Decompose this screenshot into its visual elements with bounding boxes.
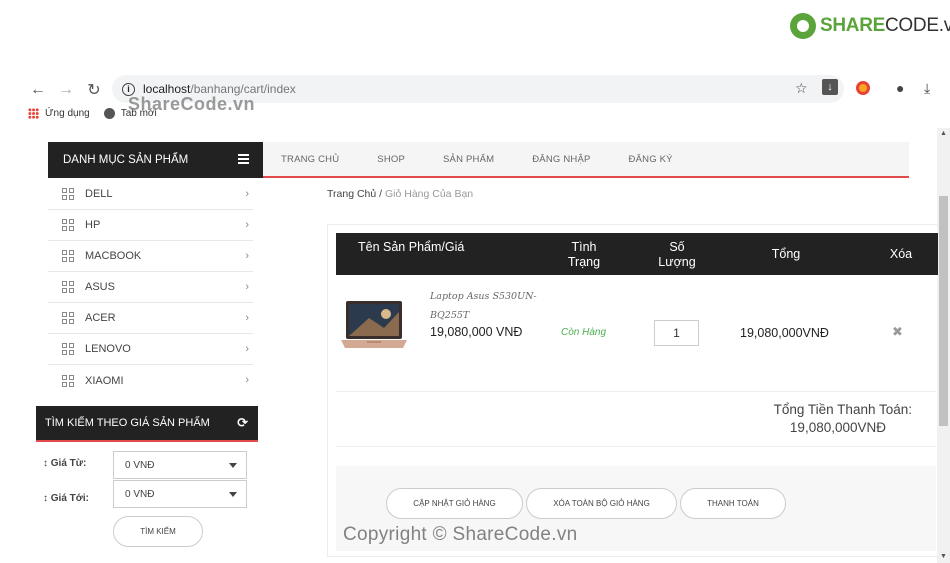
chevron-right-icon: › [245,250,249,262]
logo-text-part1: SHARE [820,15,886,36]
logo-text-part2: CODE.vn [885,15,950,36]
laptop-product-image[interactable] [339,298,409,360]
menu-item-register[interactable]: ĐĂNG KÝ [629,154,673,165]
refresh-icon[interactable]: ⟳ [237,415,248,431]
download-extension-icon[interactable]: ↓ [822,79,838,95]
quantity-input[interactable]: 1 [654,320,699,346]
grid-icon [62,188,74,200]
menu-item-home[interactable]: TRANG CHỦ [281,154,339,165]
category-item-dell[interactable]: DELL › [48,179,253,210]
forward-arrow-icon[interactable]: → [56,80,76,100]
price-search-button[interactable]: TÌM KIẾM [113,516,203,547]
scroll-down-icon[interactable]: ▼ [940,553,947,560]
apps-grid-icon[interactable] [28,108,39,119]
col-qty-line2: Lượng [658,255,696,269]
col-status-line2: Trạng [567,255,601,269]
clear-cart-button[interactable]: XÓA TOÀN BỘ GIỎ HÀNG [526,488,677,519]
cart-table-header: Tên Sản Phẩm/Giá Tình Trạng Số Lượng Tổn… [336,233,938,275]
watermark-bottom: Copyright © ShareCode.vn [343,524,578,545]
product-name[interactable]: Laptop Asus S530UN-BQ255T [430,287,545,325]
globe-icon[interactable] [103,108,115,119]
category-label: XIAOMI [85,374,124,387]
price-to-select[interactable]: 0 VNĐ [113,480,247,508]
update-cart-button[interactable]: CẬP NHẬT GIỎ HÀNG [386,488,523,519]
breadcrumb: Trang Chủ / Giỏ Hàng Của Bạn [327,188,473,200]
grid-icon [62,219,74,231]
category-label: LENOVO [85,343,131,355]
price-from-select[interactable]: 0 VNĐ [113,451,247,479]
divider [336,446,936,447]
scroll-up-icon[interactable]: ▲ [940,130,947,137]
reload-icon[interactable]: ↻ [84,80,104,100]
category-item-asus[interactable]: ASUS › [48,272,253,303]
category-header-label: DANH MỤC SẢN PHẨM [63,154,189,166]
col-status-line1: Tình [571,240,597,254]
remove-item-icon[interactable]: ✖ [892,324,903,340]
checkout-button[interactable]: THANH TOÁN [680,488,786,519]
price-to-label: ↕ Giá Tới: [43,493,90,504]
menu-item-login[interactable]: ĐĂNG NHẬP [532,154,590,165]
price-search-header: TÌM KIẾM THEO GIÁ SẢN PHẨM ⟳ [36,406,258,442]
sharecode-logo: SHARECODE.vn [790,10,950,42]
price-search-title: TÌM KIẾM THEO GIÁ SẢN PHẨM [45,417,210,429]
profile-icon[interactable]: ● [896,80,904,96]
col-delete: Xóa [889,247,913,261]
price-to-value: 0 VNĐ [125,488,155,500]
watermark-top: ShareCode.vn [128,94,256,114]
category-label: HP [85,219,101,231]
category-label: MACBOOK [85,250,142,262]
chevron-right-icon: › [245,312,249,324]
price-from-label: ↕ Giá Từ: [43,458,87,469]
grid-icon [62,250,74,262]
breadcrumb-home[interactable]: Trang Chủ [327,188,376,200]
chevron-right-icon: › [245,219,249,231]
menu-toggle-icon[interactable] [238,154,249,164]
extension-icon[interactable] [856,81,870,95]
col-product: Tên Sản Phẩm/Giá [358,240,465,254]
category-label: ACER [85,312,116,324]
scrollbar-thumb[interactable] [939,196,948,426]
category-item-acer[interactable]: ACER › [48,303,253,334]
sort-arrows-icon: ↕ [43,458,48,469]
grid-icon [62,281,74,293]
price-from-value: 0 VNĐ [125,459,155,471]
grand-total-value: 19,080,000VNĐ [789,420,886,435]
breadcrumb-separator: / [379,188,383,200]
category-item-macbook[interactable]: MACBOOK › [48,241,253,272]
category-item-lenovo[interactable]: LENOVO › [48,334,253,365]
download-icon[interactable]: ⤓ [924,80,930,97]
menu-item-shop[interactable]: SHOP [377,154,405,165]
sort-arrows-icon: ↕ [43,493,48,504]
bookmark-apps[interactable]: Ứng dụng [45,108,90,119]
stock-status: Còn Hàng [561,327,607,338]
caret-down-icon [229,463,237,468]
category-item-xiaomi[interactable]: XIAOMI › [48,365,253,396]
menu-item-products[interactable]: SẢN PHẨM [443,154,494,165]
divider [336,391,936,392]
top-navigation: DANH MỤC SẢN PHẨM TRANG CHỦ SHOP SẢN PHẨ… [48,142,909,178]
category-label: DELL [85,188,113,200]
category-item-hp[interactable]: HP › [48,210,253,241]
chevron-right-icon: › [245,188,249,200]
category-label: ASUS [85,281,115,293]
category-list: DELL › HP › MACBOOK › ASUS › ACER › LENOVO › X… [48,179,253,396]
logo-mark-icon [790,13,816,39]
product-price: 19,080,000 VNĐ [430,325,523,339]
category-header[interactable]: DANH MỤC SẢN PHẨM [48,142,263,178]
main-menu: TRANG CHỦ SHOP SẢN PHẨM ĐĂNG NHẬP ĐĂNG K… [281,142,711,176]
col-total: Tổng [771,247,801,261]
grid-icon [62,312,74,324]
bookmark-star-icon[interactable]: ☆ [795,80,808,97]
col-qty-line1: Số [669,240,685,254]
breadcrumb-current: Giỏ Hàng Của Bạn [384,188,474,200]
grid-icon [62,374,74,387]
chevron-right-icon: › [245,281,249,293]
grid-icon [62,343,74,355]
line-total: 19,080,000VNĐ [740,326,829,340]
grand-total-label: Tổng Tiền Thanh Toán: [773,402,912,417]
caret-down-icon [229,492,237,497]
chevron-right-icon: › [245,374,249,386]
back-arrow-icon[interactable]: ← [28,80,48,100]
chevron-right-icon: › [245,343,249,355]
